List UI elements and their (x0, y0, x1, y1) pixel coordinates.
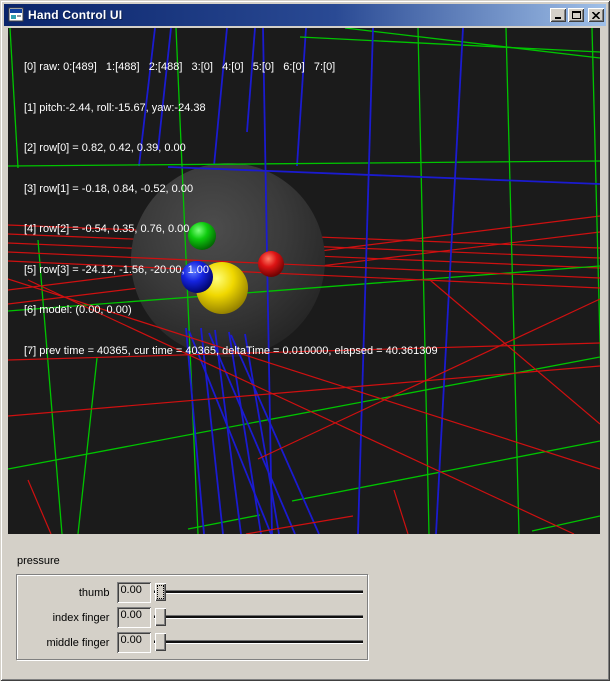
app-icon (8, 7, 24, 23)
thumb-slider-track[interactable] (154, 590, 363, 594)
close-icon (592, 12, 600, 19)
titlebar[interactable]: Hand Control UI (4, 4, 606, 26)
debug-line-raw: [0] raw: 0:[489] 1:[488] 2:[488] 3:[0] 4… (24, 61, 438, 75)
thumb-label: thumb (23, 587, 109, 599)
thumb-slider-handle[interactable] (155, 583, 166, 601)
maximize-icon (572, 11, 581, 19)
index-finger-slider[interactable] (153, 607, 367, 628)
debug-line-model: [6] model: (0.00, 0.00) (24, 304, 438, 318)
minimize-button[interactable] (550, 8, 566, 22)
pressure-groupbox: thumb 0.00 index finger 0.00 middle fing… (16, 574, 368, 660)
thumb-value: 0.00 (117, 582, 150, 603)
middle-finger-slider-handle[interactable] (155, 633, 166, 651)
window-content: Hand Control UI (4, 4, 606, 677)
middle-finger-label: middle finger (23, 637, 109, 649)
pressure-row-index-finger: index finger 0.00 (23, 607, 367, 628)
debug-line-timing: [7] prev time = 40365, cur time = 40365,… (24, 345, 438, 359)
debug-line-row3: [5] row[3] = -24.12, -1.56, -20.00, 1.00 (24, 264, 438, 278)
debug-line-row1: [3] row[1] = -0.18, 0.84, -0.52, 0.00 (24, 183, 438, 197)
thumb-slider[interactable] (153, 582, 367, 603)
window-title: Hand Control UI (28, 8, 122, 22)
debug-line-euler: [1] pitch:-2.44, roll:-15.67, yaw:-24.38 (24, 102, 438, 116)
debug-line-row0: [2] row[0] = 0.82, 0.42, 0.39, 0.00 (24, 142, 438, 156)
debug-overlay: [0] raw: 0:[489] 1:[488] 2:[488] 3:[0] 4… (24, 34, 438, 385)
index-finger-slider-handle[interactable] (155, 608, 166, 626)
index-finger-slider-track[interactable] (154, 615, 363, 619)
pressure-row-middle-finger: middle finger 0.00 (23, 632, 367, 653)
index-finger-value: 0.00 (117, 607, 150, 628)
titlebar-buttons (548, 8, 604, 22)
debug-line-row2: [4] row[2] = -0.54, 0.35, 0.76, 0.00 (24, 223, 438, 237)
pressure-row-thumb: thumb 0.00 (23, 582, 367, 603)
pressure-group-label: pressure (17, 555, 60, 567)
middle-finger-value: 0.00 (117, 632, 150, 653)
middle-finger-slider-track[interactable] (154, 640, 363, 644)
gl-viewport[interactable]: [0] raw: 0:[489] 1:[488] 2:[488] 3:[0] 4… (8, 28, 600, 534)
index-finger-label: index finger (23, 612, 109, 624)
maximize-button[interactable] (568, 8, 584, 22)
app-window: Hand Control UI (0, 0, 610, 681)
close-button[interactable] (588, 8, 604, 22)
middle-finger-slider[interactable] (153, 632, 367, 653)
minimize-icon (554, 12, 562, 19)
